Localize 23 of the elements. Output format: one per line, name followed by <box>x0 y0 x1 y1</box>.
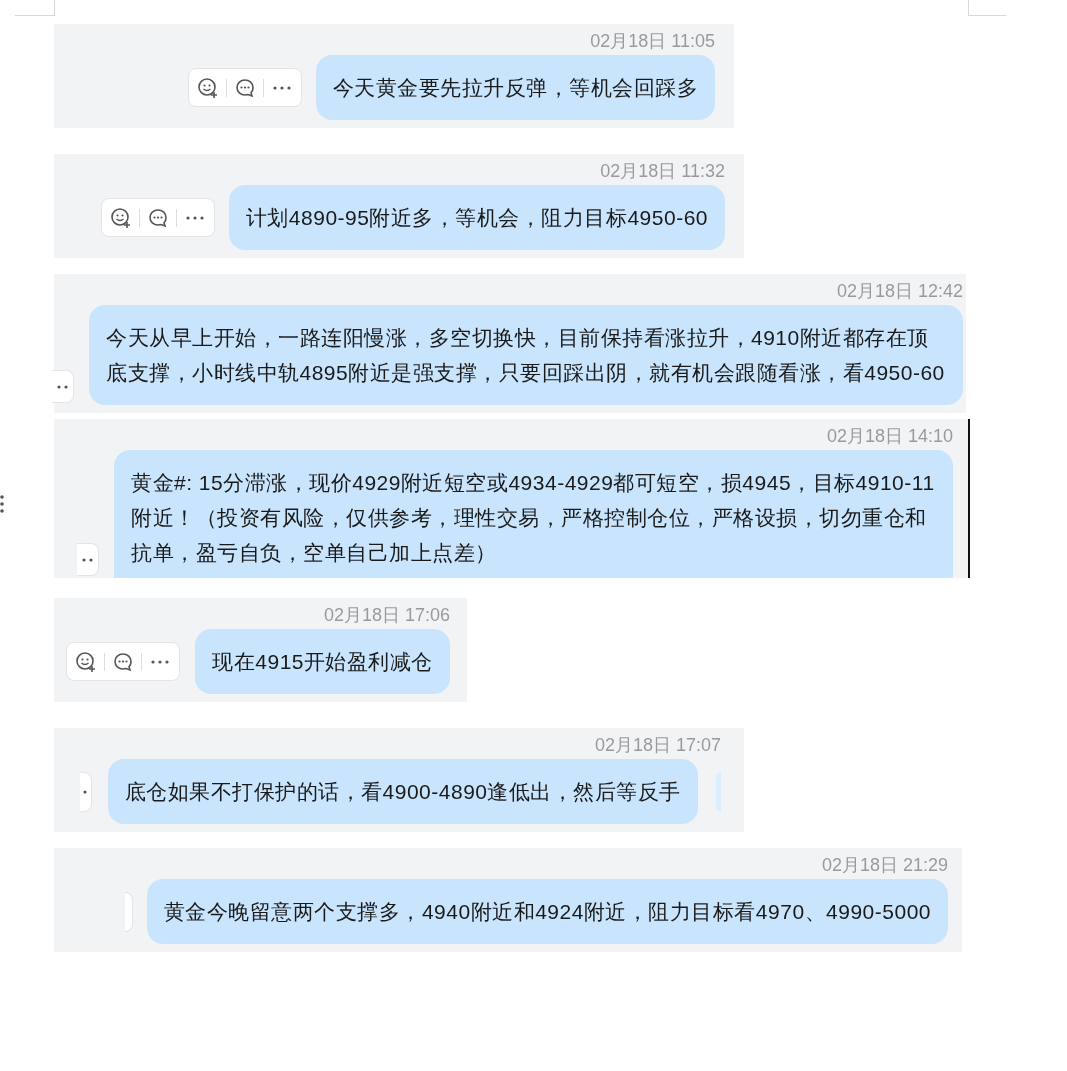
message-bubble: 今天黄金要先拉升反弹，等机会回踩多 <box>315 55 715 120</box>
message-time: 02月18日 12:42 <box>836 280 963 302</box>
message-bubble: 今天从早上开始，一路连阳慢涨，多空切换快，目前保持看涨拉升，4910附近都存在顶底支撑，小时线中轨4895附近是强支撑，只要回踩出阴，就有机会跟随看涨，看4950-60 <box>89 305 963 405</box>
add-emoji-icon[interactable] <box>196 76 219 99</box>
message-bubble: 黄金今晚留意两个支撑多，4940附近和4924附近，阻力目标看4970、4990-5000 <box>146 879 948 944</box>
message-time: 02月18日 17:06 <box>323 604 450 626</box>
message-bubble: 计划4890-95附近多，等机会，阻力目标4950-60 <box>228 185 725 250</box>
message-bubble: 黄金#: 15分滞涨，现价4929附近短空或4934-4929都可短空，损4945，目标4910-11附近！（投资有风险，仅供参考，理性交易，严格控制仓位，严格设损，切勿重仓和抗单，盈亏自负，空单自己加上点差） <box>114 450 953 578</box>
add-emoji-icon[interactable] <box>109 206 132 229</box>
crop-mark <box>968 0 1006 16</box>
message-bubble: 现在4915开始盈利减仓 <box>195 629 450 694</box>
message-time: 02月18日 17:07 <box>594 734 721 756</box>
kebab-menu-icon[interactable] <box>0 493 4 514</box>
message-time: 02月18日 14:10 <box>826 425 953 447</box>
comment-icon[interactable] <box>112 650 135 673</box>
comment-icon[interactable] <box>146 206 169 229</box>
message-time: 02月18日 11:32 <box>600 160 725 182</box>
crop-mark <box>15 0 55 16</box>
message-time: 02月18日 21:29 <box>821 854 948 876</box>
message-bubble: 底仓如果不打保护的话，看4900-4890逢低出，然后等反手 <box>107 759 698 824</box>
comment-icon[interactable] <box>233 76 256 99</box>
add-emoji-icon[interactable] <box>75 650 98 673</box>
message-time: 02月18日 11:05 <box>590 30 715 52</box>
